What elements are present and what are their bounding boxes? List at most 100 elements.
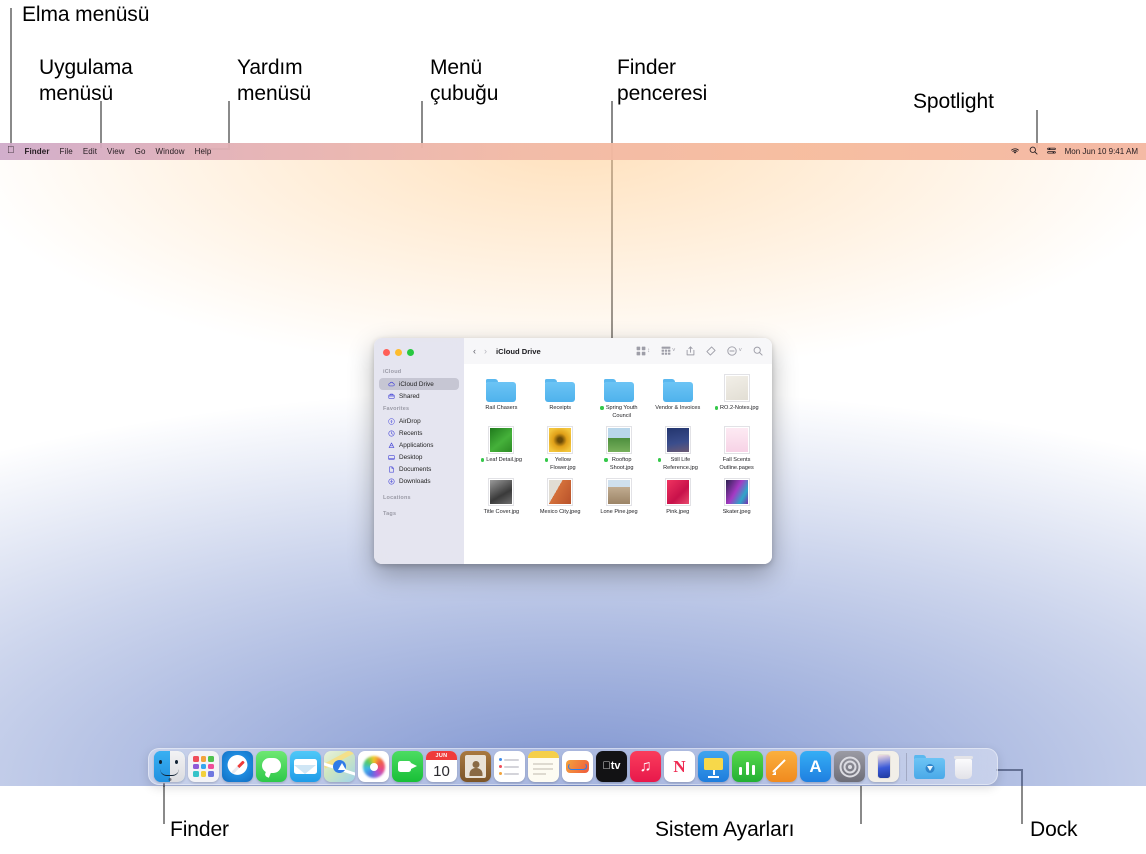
- dock-item-downloads-folder[interactable]: [914, 751, 945, 782]
- menu-item-file[interactable]: File: [55, 147, 78, 156]
- dock[interactable]: JUN 10 tv: [148, 748, 998, 785]
- file-item[interactable]: Receipts: [531, 370, 590, 422]
- folder-icon: [603, 372, 634, 402]
- callout-finder-window: Finder penceresi: [617, 56, 708, 106]
- menu-item-view[interactable]: View: [102, 147, 130, 156]
- dock-item-calendar[interactable]: JUN 10: [426, 751, 457, 782]
- image-thumbnail: [545, 476, 575, 506]
- finder-navigation: ‹ ›: [473, 346, 487, 356]
- control-center-icon[interactable]: [1046, 147, 1056, 157]
- status-badge: [544, 458, 549, 462]
- apple-menu-icon[interactable]: : [5, 146, 20, 157]
- dock-item-system-settings[interactable]: [834, 751, 865, 782]
- dock-item-numbers[interactable]: [732, 751, 763, 782]
- dock-item-iphone-mirroring[interactable]: [868, 751, 899, 782]
- menu-item-edit[interactable]: Edit: [78, 147, 102, 156]
- updown-chevron-icon[interactable]: ↕: [647, 348, 650, 354]
- dock-item-mail[interactable]: [290, 751, 321, 782]
- file-item[interactable]: Lone Pine.jpeg: [590, 474, 649, 526]
- file-item[interactable]: Title Cover.jpg: [472, 474, 531, 526]
- file-item[interactable]: Vendor & Invoices: [648, 370, 707, 422]
- sidebar-item-downloads[interactable]: Downloads: [379, 475, 459, 487]
- dock-item-contacts[interactable]: [460, 751, 491, 782]
- sidebar-item-shared[interactable]: Shared: [379, 390, 459, 402]
- callout-finder: Finder: [170, 818, 229, 841]
- tag-icon[interactable]: [706, 346, 717, 356]
- dock-item-appstore[interactable]: A: [800, 751, 831, 782]
- image-thumbnail: [722, 424, 752, 454]
- menu-item-finder[interactable]: Finder: [20, 147, 55, 156]
- sidebar-item-icloud-drive[interactable]: iCloud Drive: [379, 378, 459, 390]
- dock-item-news[interactable]: N: [664, 751, 695, 782]
- dock-item-reminders[interactable]: [494, 751, 525, 782]
- menu-item-go[interactable]: Go: [130, 147, 151, 156]
- sidebar-header-favorites: Favorites: [383, 406, 410, 412]
- spotlight-search-icon[interactable]: [1029, 146, 1038, 157]
- applications-icon: [388, 442, 395, 449]
- dock-item-finder[interactable]: [154, 751, 185, 782]
- sidebar-item-airdrop[interactable]: AirDrop: [379, 415, 459, 427]
- dock-item-facetime[interactable]: [392, 751, 423, 782]
- icon-view-icon[interactable]: ↕: [636, 346, 650, 356]
- share-icon[interactable]: [686, 346, 695, 356]
- downloads-icon: [388, 477, 395, 485]
- appletv-glyph: tv: [602, 760, 620, 772]
- file-name: Rooftop Shoot.jpg: [604, 457, 634, 472]
- dock-item-freeform[interactable]: [562, 751, 593, 782]
- menu-item-help[interactable]: Help: [190, 147, 217, 156]
- sidebar-header-icloud: iCloud: [383, 369, 402, 375]
- sidebar-item-label: iCloud Drive: [399, 380, 434, 388]
- file-item[interactable]: Pink.jpeg: [648, 474, 707, 526]
- file-item[interactable]: Spring Youth Council: [590, 370, 649, 422]
- sidebar-item-desktop[interactable]: Desktop: [379, 451, 459, 463]
- dock-item-keynote[interactable]: [698, 751, 729, 782]
- dock-item-music[interactable]: ♫: [630, 751, 661, 782]
- music-note-glyph: ♫: [639, 757, 652, 775]
- finder-file-grid[interactable]: Rail Chasers Receipts Spring Youth Counc…: [464, 364, 772, 564]
- sidebar-item-applications[interactable]: Applications: [379, 439, 459, 451]
- file-item[interactable]: RO.2-Notes.jpg: [707, 370, 766, 422]
- sidebar-item-label: Documents: [399, 465, 432, 473]
- more-actions-icon[interactable]: ˅: [727, 346, 742, 356]
- sidebar-item-documents[interactable]: Documents: [379, 463, 459, 475]
- image-thumbnail: [604, 476, 634, 506]
- wifi-icon[interactable]: [1010, 147, 1020, 157]
- menu-bar-clock[interactable]: Mon Jun 10 9:41 AM: [1065, 147, 1138, 156]
- leader-app-menu: [100, 101, 102, 148]
- file-item[interactable]: Still Life Reference.jpg: [648, 422, 707, 474]
- close-button[interactable]: [383, 349, 390, 356]
- zoom-button[interactable]: [407, 349, 414, 356]
- file-item[interactable]: Yellow Flower.jpg: [531, 422, 590, 474]
- callout-app-menu: Uygulama menüsü: [39, 56, 133, 106]
- file-item[interactable]: Fall Scents Outline.pages: [707, 422, 766, 474]
- dock-item-notes[interactable]: [528, 751, 559, 782]
- sidebar-item-recents[interactable]: Recents: [379, 427, 459, 439]
- chevron-down-icon[interactable]: ˅: [672, 348, 676, 354]
- finder-sidebar: iCloud iCloud Drive Shared Favorites Air…: [374, 338, 464, 564]
- sidebar-item-label: Desktop: [399, 453, 423, 461]
- dock-item-safari[interactable]: [222, 751, 253, 782]
- dock-item-messages[interactable]: [256, 751, 287, 782]
- file-item[interactable]: Leaf Detail.jpg: [472, 422, 531, 474]
- menu-item-window[interactable]: Window: [151, 147, 190, 156]
- minimize-button[interactable]: [395, 349, 402, 356]
- image-thumbnail: [486, 424, 516, 454]
- file-item[interactable]: Rail Chasers: [472, 370, 531, 422]
- finder-window[interactable]: iCloud iCloud Drive Shared Favorites Air…: [374, 338, 772, 564]
- file-item[interactable]: Skater.jpeg: [707, 474, 766, 526]
- status-badge: [604, 458, 608, 462]
- dock-item-photos[interactable]: [358, 751, 389, 782]
- group-by-icon[interactable]: ˅: [661, 346, 676, 356]
- dock-item-launchpad[interactable]: [188, 751, 219, 782]
- dock-item-trash[interactable]: [948, 751, 979, 782]
- file-item[interactable]: Rooftop Shoot.jpg: [590, 422, 649, 474]
- chevron-down-icon[interactable]: ˅: [738, 348, 742, 354]
- dock-item-pages[interactable]: [766, 751, 797, 782]
- file-item[interactable]: Mexico City.jpeg: [531, 474, 590, 526]
- dock-item-maps[interactable]: [324, 751, 355, 782]
- dock-item-appletv[interactable]: tv: [596, 751, 627, 782]
- chevron-right-icon[interactable]: ›: [484, 346, 487, 356]
- menu-bar[interactable]:  Finder File Edit View Go Window Help M…: [0, 143, 1146, 160]
- search-icon[interactable]: [753, 346, 763, 356]
- chevron-left-icon[interactable]: ‹: [473, 346, 476, 356]
